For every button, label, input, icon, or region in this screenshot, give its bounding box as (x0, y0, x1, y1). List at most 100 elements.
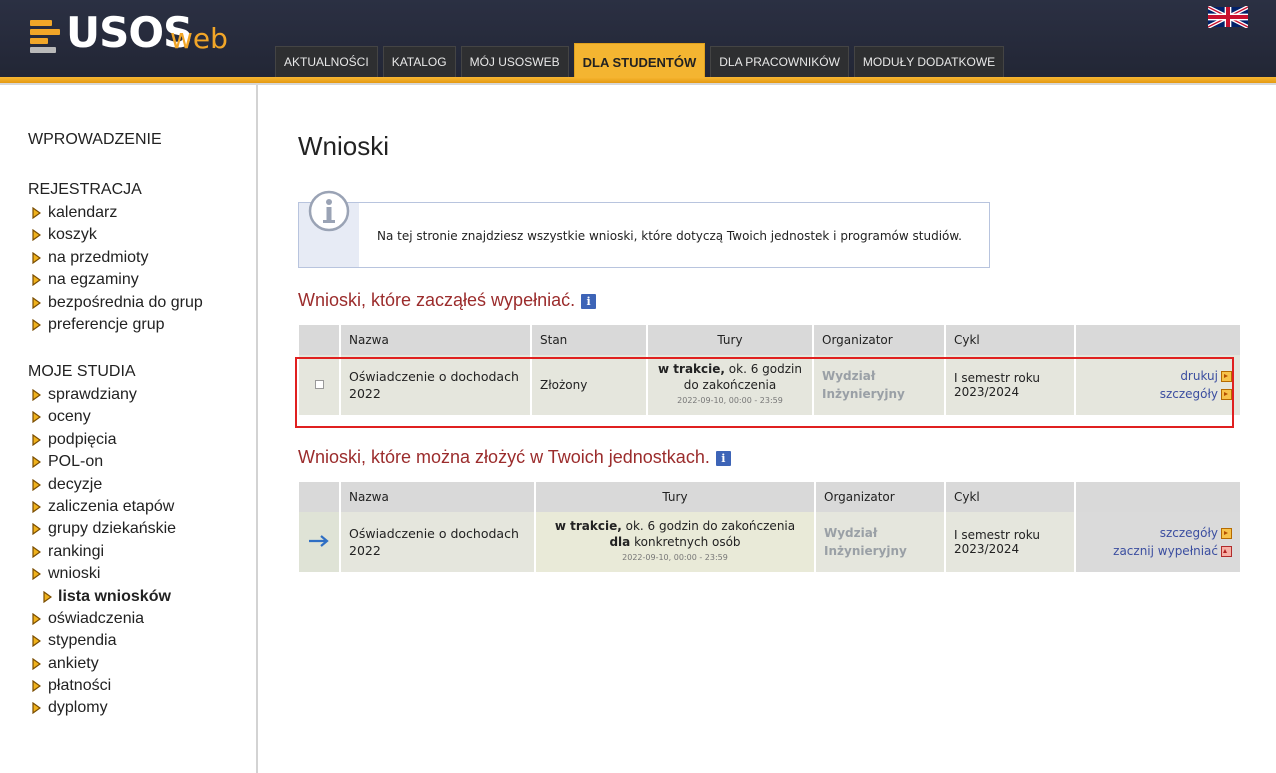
sidebar-item-pol-on[interactable]: POL-on (32, 451, 176, 473)
sidebar-item-wprowadzenie[interactable]: WPROWADZENIE (28, 131, 162, 149)
top-header: USOS web AKTUALNOŚCI KATALOG MÓJ USOSWEB… (0, 0, 1276, 78)
sidebar-item-label: decyzje (48, 475, 103, 493)
tab-moduly-dodatkowe[interactable]: MODUŁY DODATKOWE (853, 46, 1005, 78)
details-link[interactable]: szczegóły (1160, 526, 1218, 540)
bullet-arrow-icon (32, 568, 41, 581)
bullet-arrow-icon (32, 318, 41, 331)
sidebar-item-wnioski[interactable]: wnioski (32, 563, 176, 585)
sidebar-item-rankingi[interactable]: rankingi (32, 541, 176, 563)
sidebar-item-decyzje[interactable]: decyzje (32, 474, 176, 496)
start-filling-link[interactable]: zacznij wypełniać (1113, 544, 1218, 558)
header-tury: Tury (647, 325, 814, 355)
sidebar-item-sprawdziany[interactable]: sprawdziany (32, 384, 176, 406)
tab-katalog[interactable]: KATALOG (382, 46, 456, 78)
header-actions (1075, 325, 1240, 355)
row-arrow-cell (299, 512, 341, 572)
section-started-title-text: Wnioski, które zacząłeś wypełniać. (298, 290, 576, 310)
sidebar-item-label: preferencje grup (48, 315, 165, 333)
sidebar-item-label: oświadczenia (48, 609, 145, 627)
table-row: Oświadczenie o dochodach 2022 w trakcie,… (299, 512, 1240, 572)
bullet-arrow-icon (32, 635, 41, 648)
sidebar-item-na-egzaminy[interactable]: na egzaminy (32, 269, 203, 291)
sidebar-item-label: ankiety (48, 654, 99, 672)
header-cykl: Cykl (945, 482, 1076, 512)
main-content: Wnioski Na tej stronie znajdziesz wszyst… (258, 85, 1276, 773)
section-available-title: Wnioski, które można złożyć w Twoich jed… (298, 447, 731, 468)
sidebar-item-koszyk[interactable]: koszyk (32, 224, 203, 246)
header-nazwa: Nazwa (340, 325, 532, 355)
help-icon[interactable]: i (581, 293, 597, 309)
sidebar-item-podpi-cia[interactable]: podpięcia (32, 429, 176, 451)
tury-date: 2022-09-10, 00:00 - 23:59 (622, 553, 728, 562)
logo-mark-icon (30, 20, 62, 53)
section-started-title: Wnioski, które zacząłeś wypełniać. i (298, 290, 597, 311)
tab-moj-usosweb[interactable]: MÓJ USOSWEB (460, 46, 569, 78)
table-header-row: Nazwa Stan Tury Organizator Cykl (299, 325, 1240, 355)
sidebar-item-p-atno-ci[interactable]: płatności (32, 675, 176, 697)
tab-aktualnosci[interactable]: AKTUALNOŚCI (275, 46, 378, 78)
bullet-arrow-icon (32, 229, 41, 242)
bullet-arrow-icon (32, 456, 41, 469)
sidebar-item-label: POL-on (48, 453, 104, 471)
header-actions (1075, 482, 1240, 512)
bullet-arrow-icon (32, 702, 41, 715)
sidebar-heading-moje-studia[interactable]: MOJE STUDIA (28, 363, 136, 381)
request-name: Oświadczenie o dochodach 2022 (340, 512, 536, 572)
header-nazwa: Nazwa (340, 482, 536, 512)
sidebar-item-stypendia[interactable]: stypendia (32, 630, 176, 652)
sidebar-item-na-przedmioty[interactable]: na przedmioty (32, 247, 203, 269)
info-text: Na tej stronie znajdziesz wszystkie wnio… (377, 229, 962, 243)
bullet-arrow-icon (32, 500, 41, 513)
bullet-arrow-icon (32, 389, 41, 401)
sidebar-item-label: na egzaminy (48, 271, 139, 289)
bullet-arrow-icon (32, 478, 41, 491)
help-icon[interactable]: i (715, 450, 731, 466)
bullet-arrow-icon (32, 207, 41, 219)
section-available-title-text: Wnioski, które można złożyć w Twoich jed… (298, 447, 710, 467)
header-tury: Tury (535, 482, 816, 512)
logo-suffix: web (170, 22, 228, 55)
bullet-arrow-icon (32, 296, 41, 309)
sidebar-item-grupy-dzieka-skie[interactable]: grupy dziekańskie (32, 518, 176, 540)
sidebar-item-kalendarz[interactable]: kalendarz (32, 202, 203, 224)
sidebar-registration-list: kalendarz koszyk na przedmioty na egzaminy b… (32, 202, 203, 336)
sidebar-item-lista-wnioskow[interactable]: lista wniosków (32, 586, 176, 608)
request-cycle: I semestr roku 2023/2024 (945, 512, 1076, 572)
header-stan: Stan (531, 325, 648, 355)
header-cykl: Cykl (945, 325, 1076, 355)
header-organizator: Organizator (813, 325, 946, 355)
usosweb-logo[interactable]: USOS web (30, 8, 230, 62)
bullet-arrow-icon (32, 433, 41, 446)
table-header-row: Nazwa Tury Organizator Cykl (299, 482, 1240, 512)
sidebar-item-bezpo-rednia-do-grup[interactable]: bezpośrednia do grup (32, 292, 203, 314)
header-empty (299, 325, 341, 355)
sidebar-item-label: oceny (48, 408, 91, 426)
tab-dla-studentow[interactable]: DLA STUDENTÓW (573, 43, 706, 78)
bullet-arrow-icon (32, 411, 41, 424)
sidebar-item-ankiety[interactable]: ankiety (32, 653, 176, 675)
sidebar-item-label: płatności (48, 677, 112, 695)
sidebar-item-zaliczenia-etap-w[interactable]: zaliczenia etapów (32, 496, 176, 518)
header-organizator: Organizator (815, 482, 946, 512)
sidebar-item-o-wiadczenia[interactable]: oświadczenia (32, 608, 176, 630)
sidebar-item-preferencje-grup[interactable]: preferencje grup (32, 314, 203, 336)
sidebar-item-label: grupy dziekańskie (48, 520, 177, 538)
available-requests-table: Nazwa Tury Organizator Cykl Oświadczenie… (299, 482, 1240, 572)
main-nav-tabs: AKTUALNOŚCI KATALOG MÓJ USOSWEB DLA STUD… (275, 43, 1005, 78)
info-icon (308, 190, 350, 232)
sidebar-item-label: sprawdziany (48, 386, 137, 403)
header-empty (299, 482, 341, 512)
tury-status: w trakcie, (554, 519, 622, 533)
selection-highlight (295, 357, 1234, 428)
sidebar-studies-list: sprawdziany oceny podpięcia POL-on decyzje za… (32, 384, 176, 720)
sidebar-item-dyplomy[interactable]: dyplomy (32, 697, 176, 719)
sidebar-item-label: kalendarz (48, 204, 118, 221)
uk-flag-icon[interactable] (1208, 6, 1248, 28)
info-box: Na tej stronie znajdziesz wszystkie wnio… (298, 190, 990, 268)
sidebar-item-label: podpięcia (48, 430, 117, 448)
sidebar-item-oceny[interactable]: oceny (32, 406, 176, 428)
tab-dla-pracownikow[interactable]: DLA PRACOWNIKÓW (710, 46, 849, 78)
sidebar-heading-rejestracja[interactable]: REJESTRACJA (28, 181, 142, 199)
sidebar-item-label: na przedmioty (48, 248, 149, 266)
request-organizer: Wydział Inżynieryjny (815, 512, 946, 572)
